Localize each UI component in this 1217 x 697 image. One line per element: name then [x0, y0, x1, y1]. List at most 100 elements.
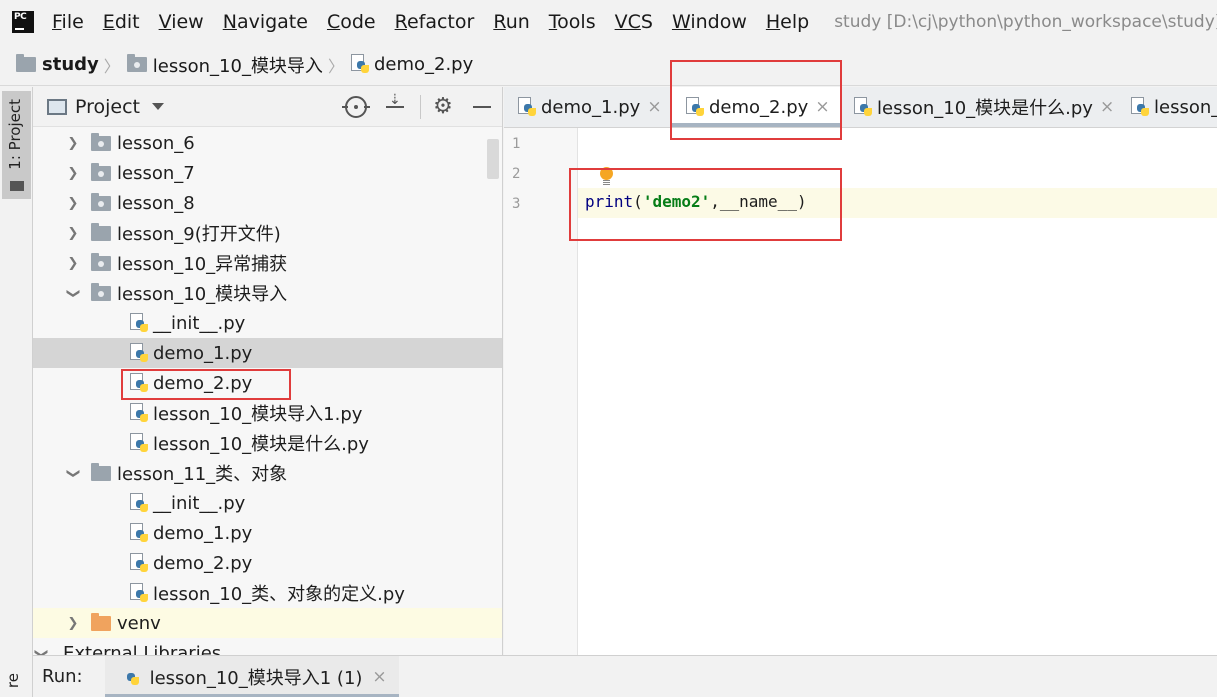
tree-scrollbar[interactable] [487, 139, 499, 179]
menu-vcs[interactable]: VCS [615, 11, 653, 33]
tree-item-lesson-10-what-is-module-py[interactable]: lesson_10_模块是什么.py [33, 428, 502, 458]
chevron-down-icon[interactable]: ❯ [66, 285, 81, 301]
left-tool-strip: 1: Project re [0, 87, 33, 697]
tree-item-demo-2-py[interactable]: demo_2.py [33, 368, 502, 398]
tree-item-lesson-10-modules[interactable]: ❯ lesson_10_模块导入 [33, 278, 502, 308]
tree-item-lesson-9[interactable]: ❯ lesson_9(打开文件) [33, 218, 502, 248]
collapse-all-icon[interactable] [384, 92, 406, 118]
code-string: 'demo2' [642, 192, 711, 211]
breadcrumb-file-label: demo_2.py [373, 54, 474, 75]
menu-view[interactable]: View [159, 11, 204, 33]
line-number: 1 [512, 136, 521, 152]
tree-item-label: __init__.py [153, 492, 246, 514]
chevron-right-icon[interactable]: ❯ [65, 226, 81, 241]
chevron-down-icon[interactable] [152, 103, 165, 110]
locate-file-icon[interactable] [342, 96, 370, 118]
chevron-right-icon[interactable]: ❯ [65, 196, 81, 211]
menu-refactor[interactable]: Refactor [395, 11, 475, 33]
close-icon[interactable]: × [1100, 97, 1114, 117]
python-file-icon [130, 492, 149, 514]
run-tab[interactable]: lesson_10_模块导入1 (1) × [104, 655, 399, 697]
module-folder-icon [91, 162, 111, 181]
project-view-title[interactable]: Project [75, 96, 140, 118]
project-tool-window-tab[interactable]: 1: Project [2, 91, 31, 199]
menu-code[interactable]: Code [327, 11, 376, 33]
python-file-icon [130, 402, 149, 424]
breadcrumb-file[interactable]: demo_2.py [350, 54, 474, 75]
code-line[interactable]: print('demo2',__name__) [585, 192, 807, 211]
tree-item-demo-1-py[interactable]: demo_1.py [33, 518, 502, 548]
menu-edit[interactable]: Edit [103, 11, 140, 33]
tab-demo-1-py[interactable]: demo_1.py × [504, 87, 672, 127]
menu-help[interactable]: Help [766, 11, 809, 33]
tree-item-label: lesson_10_模块是什么.py [153, 434, 369, 455]
tab-demo-2-py[interactable]: demo_2.py × [672, 87, 840, 127]
breadcrumb-folder[interactable]: lesson_10_模块导入 [126, 52, 323, 78]
breadcrumb: study 〉 lesson_10_模块导入 〉 demo_2.py [0, 44, 1217, 86]
tree-item-external-libraries[interactable]: ❯ External Libraries [33, 638, 502, 656]
tab-lesson-10-what-is-module-py[interactable]: lesson_10_模块是什么.py × [840, 87, 1117, 127]
python-file-icon [130, 522, 149, 544]
tree-item-label: lesson_6 [117, 132, 195, 154]
close-icon[interactable]: × [647, 97, 661, 117]
menu-file[interactable]: File [52, 11, 84, 33]
tree-item-demo-1-py[interactable]: demo_1.py [33, 338, 502, 368]
python-file-icon [518, 96, 537, 118]
tab-label: lesson_ [1154, 96, 1217, 118]
menu-run[interactable]: Run [493, 11, 529, 33]
close-icon[interactable]: × [372, 667, 386, 687]
tab-label: lesson_10_模块是什么.py [877, 98, 1093, 119]
tab-lesson-truncated[interactable]: lesson_ [1117, 87, 1217, 127]
tree-item-label: lesson_10_异常捕获 [117, 254, 288, 275]
tree-item-demo-2-py[interactable]: demo_2.py [33, 548, 502, 578]
breadcrumb-project-label: study [42, 54, 99, 75]
chevron-down-icon[interactable]: ❯ [66, 465, 81, 481]
hide-panel-icon[interactable] [471, 96, 493, 118]
tree-item-lesson-8[interactable]: ❯ lesson_8 [33, 188, 502, 218]
tree-item-lesson-7[interactable]: ❯ lesson_7 [33, 158, 502, 188]
tree-item-label: External Libraries [63, 642, 222, 656]
chevron-right-icon[interactable]: ❯ [65, 136, 81, 151]
tree-item-label: demo_2.py [153, 372, 253, 394]
line-number-gutter: 1 2 3 [504, 128, 578, 655]
python-run-icon [121, 666, 140, 687]
folder-icon [10, 181, 24, 191]
tree-item-lesson-10-class-definition-py[interactable]: lesson_10_类、对象的定义.py [33, 578, 502, 608]
chevron-right-icon[interactable]: ❯ [65, 256, 81, 271]
code-function: print [585, 192, 634, 211]
gear-icon[interactable]: ⚙ [432, 96, 454, 118]
project-tool-window-label: 1: Project [6, 99, 24, 170]
tree-item-lesson-6[interactable]: ❯ lesson_6 [33, 128, 502, 158]
menu-tools[interactable]: Tools [549, 11, 596, 33]
breadcrumb-separator-icon: 〉 [103, 56, 120, 76]
tree-item-lesson-10-exceptions[interactable]: ❯ lesson_10_异常捕获 [33, 248, 502, 278]
chevron-down-icon[interactable]: ❯ [34, 645, 49, 655]
pycharm-logo-icon: PC [9, 8, 37, 36]
chevron-right-icon[interactable]: ❯ [65, 166, 81, 181]
python-file-icon [686, 96, 705, 118]
breadcrumb-project[interactable]: study [16, 54, 99, 75]
tree-item-label: lesson_8 [117, 192, 195, 214]
folder-icon [91, 462, 111, 481]
editor: demo_1.py × demo_2.py × lesson_10_模块是什么.… [504, 87, 1217, 655]
menu-window[interactable]: Window [672, 11, 747, 33]
menu-navigate[interactable]: Navigate [223, 11, 308, 33]
tree-item-init-py[interactable]: __init__.py [33, 308, 502, 338]
python-file-icon [350, 54, 370, 75]
window-title: study [D:\cj\python\python_workspace\stu… [834, 12, 1217, 32]
module-folder-icon [91, 192, 111, 211]
python-file-icon [130, 312, 149, 334]
chevron-right-icon[interactable]: ❯ [65, 616, 81, 631]
tree-item-label: demo_1.py [153, 522, 253, 544]
tree-item-lesson-10-import-1-py[interactable]: lesson_10_模块导入1.py [33, 398, 502, 428]
line-number: 3 [512, 196, 521, 212]
tree-item-label: lesson_11_类、对象 [117, 464, 288, 485]
close-icon[interactable]: × [815, 97, 829, 117]
structure-tool-window-tab[interactable]: re [4, 673, 22, 688]
run-tool-window-bar: Run: lesson_10_模块导入1 (1) × [33, 655, 1217, 697]
tree-item-venv[interactable]: ❯ venv [33, 608, 502, 638]
tree-item-init-py[interactable]: __init__.py [33, 488, 502, 518]
tree-item-lesson-11[interactable]: ❯ lesson_11_类、对象 [33, 458, 502, 488]
breadcrumb-separator-icon: 〉 [327, 56, 344, 76]
lightbulb-icon[interactable] [599, 167, 613, 185]
